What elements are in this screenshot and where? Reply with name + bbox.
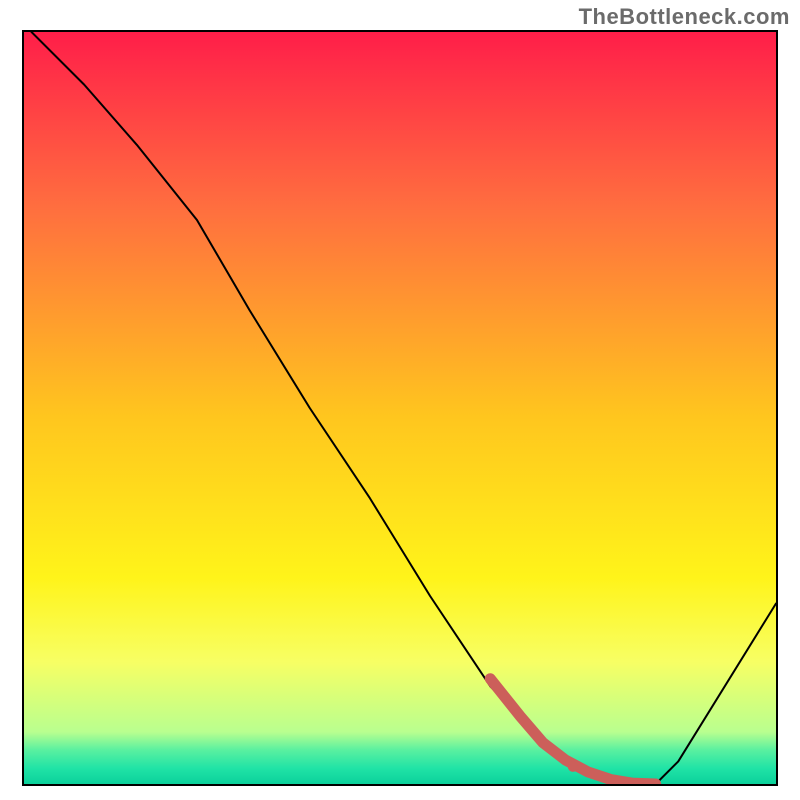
highlight-dot [568,762,578,772]
bottleneck-curve [32,32,776,784]
chart-plot-area [22,30,778,786]
watermark-text: TheBottleneck.com [579,4,790,30]
highlight-dot [602,773,612,783]
chart-lines-layer [24,32,776,784]
